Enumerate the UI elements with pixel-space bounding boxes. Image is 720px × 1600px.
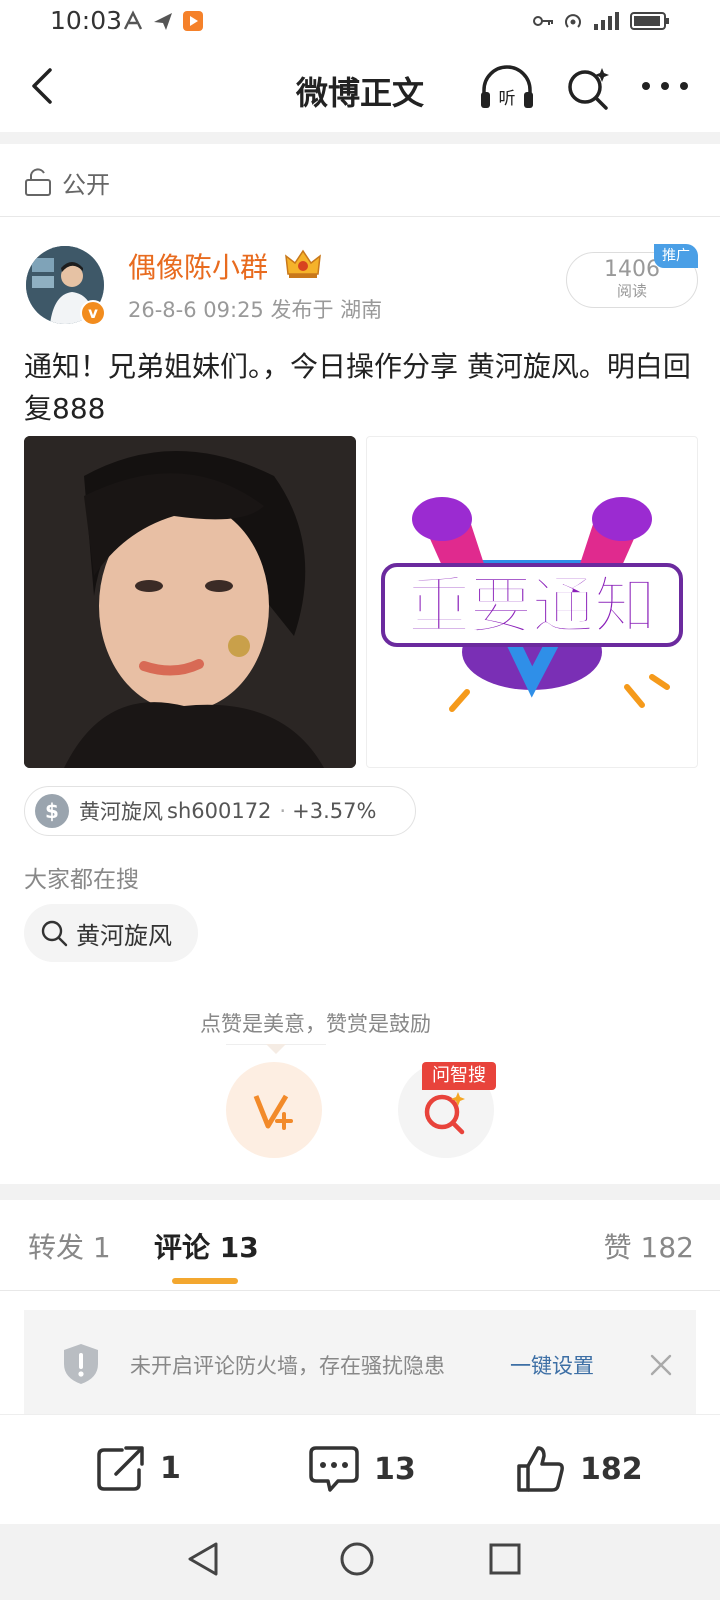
trending-chip-label: 黄河旋风 <box>76 921 172 950</box>
tab-repost-label: 转发 <box>28 1231 85 1264</box>
comment-count: 13 <box>374 1451 416 1487</box>
tip-arrow <box>266 1044 286 1054</box>
tab-like[interactable]: 赞 182 <box>604 1226 694 1266</box>
ask-search-tag: 问智搜 <box>422 1062 496 1090</box>
portrait-image <box>24 436 356 768</box>
post-meta: 26-8-6 09:25 发布于 湖南 <box>128 298 383 322</box>
tab-repost-count: 1 <box>92 1231 111 1264</box>
ai-search-icon[interactable] <box>564 64 612 112</box>
headphones-icon[interactable]: 听 <box>478 64 536 112</box>
nav-bar: 微博正文 听 <box>0 50 720 130</box>
reward-v-icon <box>253 1094 293 1130</box>
visibility-label: 公开 <box>62 170 110 199</box>
key-icon <box>533 16 553 26</box>
thumbs-up-icon <box>517 1446 564 1492</box>
stock-code: sh600172 <box>167 799 272 823</box>
tab-repost[interactable]: 转发 1 <box>28 1226 111 1266</box>
page-title: 微博正文 <box>295 74 424 112</box>
hotspot-icon <box>565 14 581 28</box>
reward-tip: 点赞是美意，赞赏是鼓励 <box>200 1012 431 1036</box>
verified-badge-icon: v <box>80 300 106 326</box>
stock-separator: · <box>279 799 287 823</box>
nav-home-circle-icon[interactable] <box>338 1540 376 1578</box>
paper-plane-icon <box>154 13 172 30</box>
unlock-icon <box>25 168 51 196</box>
notice-image-text: 重要通知 <box>408 569 656 642</box>
firewall-setup-link[interactable]: 一键设置 <box>510 1350 594 1380</box>
divider <box>0 216 720 217</box>
stock-change: +3.57% <box>292 799 377 823</box>
video-app-icon <box>183 11 203 31</box>
like-count: 182 <box>580 1451 643 1487</box>
tab-comment[interactable]: 评论 13 <box>154 1226 259 1266</box>
crown-icon[interactable] <box>284 248 322 280</box>
shield-icon <box>64 1344 98 1384</box>
repost-count: 1 <box>160 1450 181 1486</box>
important-notice-image: 重要通知 <box>381 497 683 712</box>
comment-button[interactable]: 13 <box>308 1444 416 1494</box>
post-image-portrait[interactable] <box>24 436 356 768</box>
share-icon <box>97 1446 144 1491</box>
promo-tag: 推广 <box>654 244 698 268</box>
status-left-icons <box>122 10 204 32</box>
section-separator <box>0 132 720 144</box>
more-icon[interactable] <box>640 74 690 98</box>
tab-comment-label: 评论 <box>154 1231 211 1264</box>
status-bar: 10:03 <box>0 0 720 44</box>
visibility-row[interactable]: 公开 <box>24 164 110 200</box>
trending-label: 大家都在搜 <box>24 867 139 893</box>
signal-icon <box>594 12 619 30</box>
reward-button[interactable] <box>226 1062 322 1158</box>
post-image-notice[interactable]: 重要通知 <box>366 436 698 768</box>
status-time: 10:03 <box>50 6 123 35</box>
post-text[interactable]: 通知！兄弟姐妹们。，今日操作分享 黄河旋风。明白回复888 <box>24 346 696 430</box>
dollar-icon: $ <box>35 794 69 828</box>
search-icon <box>41 920 68 947</box>
svg-text:听: 听 <box>499 89 516 109</box>
a-notification-icon <box>123 10 143 30</box>
system-nav-bar <box>0 1524 720 1600</box>
trending-search-chip[interactable]: 黄河旋风 <box>24 904 198 962</box>
comment-icon <box>309 1446 359 1492</box>
battery-icon <box>630 12 669 30</box>
author-name[interactable]: 偶像陈小群 <box>128 246 268 286</box>
reads-label: 阅读 <box>616 282 647 300</box>
firewall-text: 未开启评论防火墙，存在骚扰隐患 <box>130 1354 445 1378</box>
tab-like-label: 赞 <box>603 1231 632 1264</box>
nav-recents-square-icon[interactable] <box>488 1542 522 1576</box>
nav-back-triangle-icon[interactable] <box>186 1540 220 1578</box>
close-icon[interactable] <box>648 1352 674 1378</box>
repost-button[interactable]: 1 <box>96 1444 181 1492</box>
active-tab-indicator <box>172 1278 238 1284</box>
like-button[interactable]: 182 <box>516 1444 643 1494</box>
tab-comment-count: 13 <box>219 1231 259 1264</box>
tab-like-count: 182 <box>640 1231 694 1264</box>
divider <box>0 1290 720 1291</box>
stock-name: 黄河旋风 <box>79 800 163 824</box>
section-separator <box>0 1184 720 1200</box>
stock-chip[interactable]: $ 黄河旋风 sh600172 · +3.57% <box>24 786 416 836</box>
status-right-icons <box>532 10 670 32</box>
